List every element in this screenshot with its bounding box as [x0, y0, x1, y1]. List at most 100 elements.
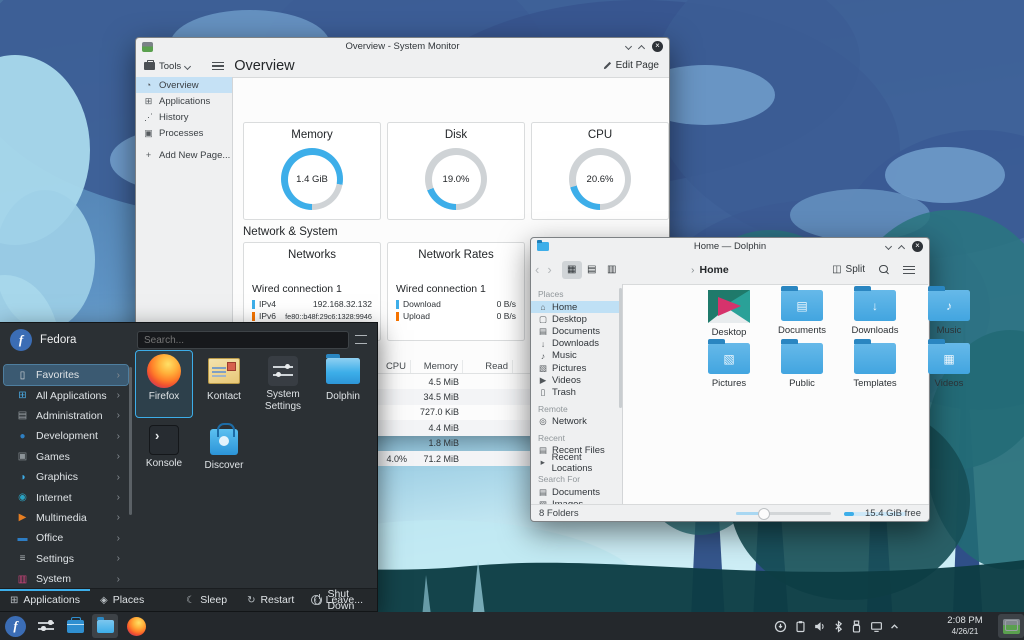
place-network[interactable]: ◎ Network: [531, 416, 622, 428]
tab-places[interactable]: ◈ Places: [90, 589, 154, 611]
restart-button[interactable]: ↻ Restart: [237, 589, 304, 611]
folder-view[interactable]: Desktop ▤ Documents ↓ Downloads ♪ Music ▧ Pi…: [623, 284, 970, 504]
place-desktop[interactable]: ▢ Desktop: [531, 313, 622, 325]
memory-gauge: 1.4 GiB: [281, 148, 343, 210]
place-recent-locations[interactable]: ▸ Recent Locations: [531, 452, 622, 474]
orange-bar-icon: [396, 311, 399, 321]
place-home[interactable]: ⌂ Home: [531, 301, 622, 314]
place-downloads[interactable]: ↓ Downloads: [531, 338, 622, 350]
task-firefox[interactable]: [127, 616, 146, 636]
app-firefox[interactable]: Firefox: [135, 350, 193, 418]
back-icon[interactable]: ‹: [535, 262, 539, 277]
maximize-icon[interactable]: [637, 44, 646, 52]
category-multimedia[interactable]: ▶ Multimedia ›: [4, 508, 128, 528]
display-icon[interactable]: [870, 620, 883, 633]
search-input[interactable]: [137, 331, 349, 349]
category-internet[interactable]: ◉ Internet ›: [4, 487, 128, 507]
place-documents[interactable]: ▤ Documents: [531, 325, 622, 337]
sidebar-item-processes[interactable]: ▣ Processes: [136, 125, 232, 141]
desktop-icon: ▢: [538, 313, 548, 324]
icons-view-button[interactable]: ▦: [561, 260, 582, 279]
folder-music[interactable]: ♪ Music: [916, 285, 982, 336]
forward-icon[interactable]: ›: [547, 262, 551, 277]
disk-gauge: 19.0%: [425, 148, 487, 210]
folder-desktop[interactable]: Desktop: [696, 290, 762, 338]
search-icon[interactable]: [879, 264, 889, 275]
chevron-right-icon: ›: [116, 390, 120, 402]
tab-applications[interactable]: ⊞ Applications: [0, 589, 91, 611]
sysmon-titlebar[interactable]: Overview - System Monitor ×: [136, 38, 669, 55]
category-settings[interactable]: ≡ Settings ›: [4, 549, 128, 569]
places-scrollbar[interactable]: [619, 288, 622, 408]
cpu-card: CPU 20.6%: [531, 122, 669, 220]
place-trash[interactable]: ▯ Trash: [531, 386, 622, 398]
folder-pictures[interactable]: ▧ Pictures: [696, 338, 762, 389]
category-graphics[interactable]: ◑ Graphics ›: [4, 467, 128, 487]
documents-icon: ▤: [538, 325, 548, 336]
sysmon-menu-icon[interactable]: [212, 62, 225, 70]
clipboard-icon[interactable]: [794, 620, 807, 633]
app-system-settings[interactable]: System Settings: [255, 354, 311, 412]
category-all-applications[interactable]: ⊞ All Applications ›: [4, 385, 128, 405]
split-button[interactable]: ◫ Split: [832, 264, 865, 275]
zoom-slider-handle[interactable]: [758, 507, 770, 520]
dolphin-titlebar[interactable]: Home — Dolphin ×: [531, 238, 929, 255]
sleep-button[interactable]: ☾ Sleep: [176, 589, 237, 611]
maximize-icon[interactable]: [897, 244, 906, 252]
folder-public[interactable]: Public: [769, 338, 835, 389]
dolphin-task-icon: [96, 616, 114, 633]
category-system[interactable]: ▥ System ›: [4, 569, 128, 589]
app-kontact[interactable]: Kontact: [196, 354, 252, 403]
bluetooth-icon[interactable]: [833, 619, 844, 633]
pictures-icon: ▧: [538, 362, 548, 373]
sidebar-item-applications[interactable]: ⊞ Applications: [136, 93, 232, 109]
toolbox-launcher[interactable]: [67, 616, 84, 633]
place-music[interactable]: ♪ Music: [531, 350, 622, 362]
breadcrumb[interactable]: Home: [700, 264, 729, 276]
details-view-button[interactable]: ▤: [582, 261, 602, 279]
app-dolphin[interactable]: Dolphin: [315, 354, 371, 403]
dolphin-toolbar: ‹ › ▦ ▤ ▥ › Home ◫ Split: [531, 255, 929, 284]
tree-view-button[interactable]: ▥: [602, 261, 622, 279]
user-avatar[interactable]: f: [10, 329, 32, 351]
folder-templates[interactable]: Templates: [842, 338, 908, 389]
folder-videos[interactable]: ▦ Videos: [916, 338, 982, 389]
app-konsole[interactable]: › Konsole: [136, 425, 192, 470]
edit-page-button[interactable]: Edit Page: [603, 60, 659, 71]
zoom-slider[interactable]: [736, 507, 831, 520]
category-games[interactable]: ▣ Games ›: [4, 447, 128, 467]
restart-icon: ↻: [247, 594, 256, 606]
show-desktop-button[interactable]: [1005, 620, 1018, 631]
sidebar-item-overview[interactable]: ◔ Overview: [136, 77, 232, 93]
category-administration[interactable]: ▤ Administration ›: [4, 406, 128, 426]
task-dolphin[interactable]: [92, 614, 118, 638]
device-notifier-icon[interactable]: [850, 619, 863, 633]
search-documents[interactable]: ▤ Documents: [531, 486, 622, 498]
close-icon[interactable]: ×: [652, 41, 663, 52]
dolphin-menu-icon[interactable]: [903, 265, 915, 274]
folder-downloads[interactable]: ↓ Downloads: [842, 285, 908, 336]
expand-tray-icon[interactable]: [889, 621, 900, 632]
leave-button[interactable]: ‹ Leave...: [301, 589, 373, 611]
system-settings-launcher[interactable]: [38, 620, 54, 632]
category-favorites[interactable]: ▯ Favorites ›: [3, 363, 129, 387]
volume-icon[interactable]: [813, 620, 826, 633]
updates-icon[interactable]: [774, 620, 787, 633]
sort-options-icon[interactable]: [355, 335, 367, 344]
place-pictures[interactable]: ▧ Pictures: [531, 362, 622, 374]
category-office[interactable]: ▬ Office ›: [4, 528, 128, 548]
application-launcher-button[interactable]: f: [5, 615, 26, 637]
app-discover[interactable]: Discover: [196, 423, 252, 472]
minimize-icon[interactable]: [884, 242, 893, 251]
launcher-scrollbar[interactable]: [129, 367, 132, 515]
tools-button[interactable]: Tools: [144, 60, 192, 72]
close-icon[interactable]: ×: [912, 241, 923, 252]
place-videos[interactable]: ▶ Videos: [531, 374, 622, 386]
minimize-icon[interactable]: [624, 42, 633, 51]
folder-documents[interactable]: ▤ Documents: [769, 285, 835, 336]
category-development[interactable]: ● Development ›: [4, 426, 128, 446]
folder-icon: ▦: [928, 338, 970, 374]
digital-clock[interactable]: 2:08 PM 4/26/21: [932, 615, 998, 636]
sidebar-item-history[interactable]: ⋰ History: [136, 109, 232, 125]
sidebar-item-add-page[interactable]: + Add New Page...: [136, 147, 232, 163]
